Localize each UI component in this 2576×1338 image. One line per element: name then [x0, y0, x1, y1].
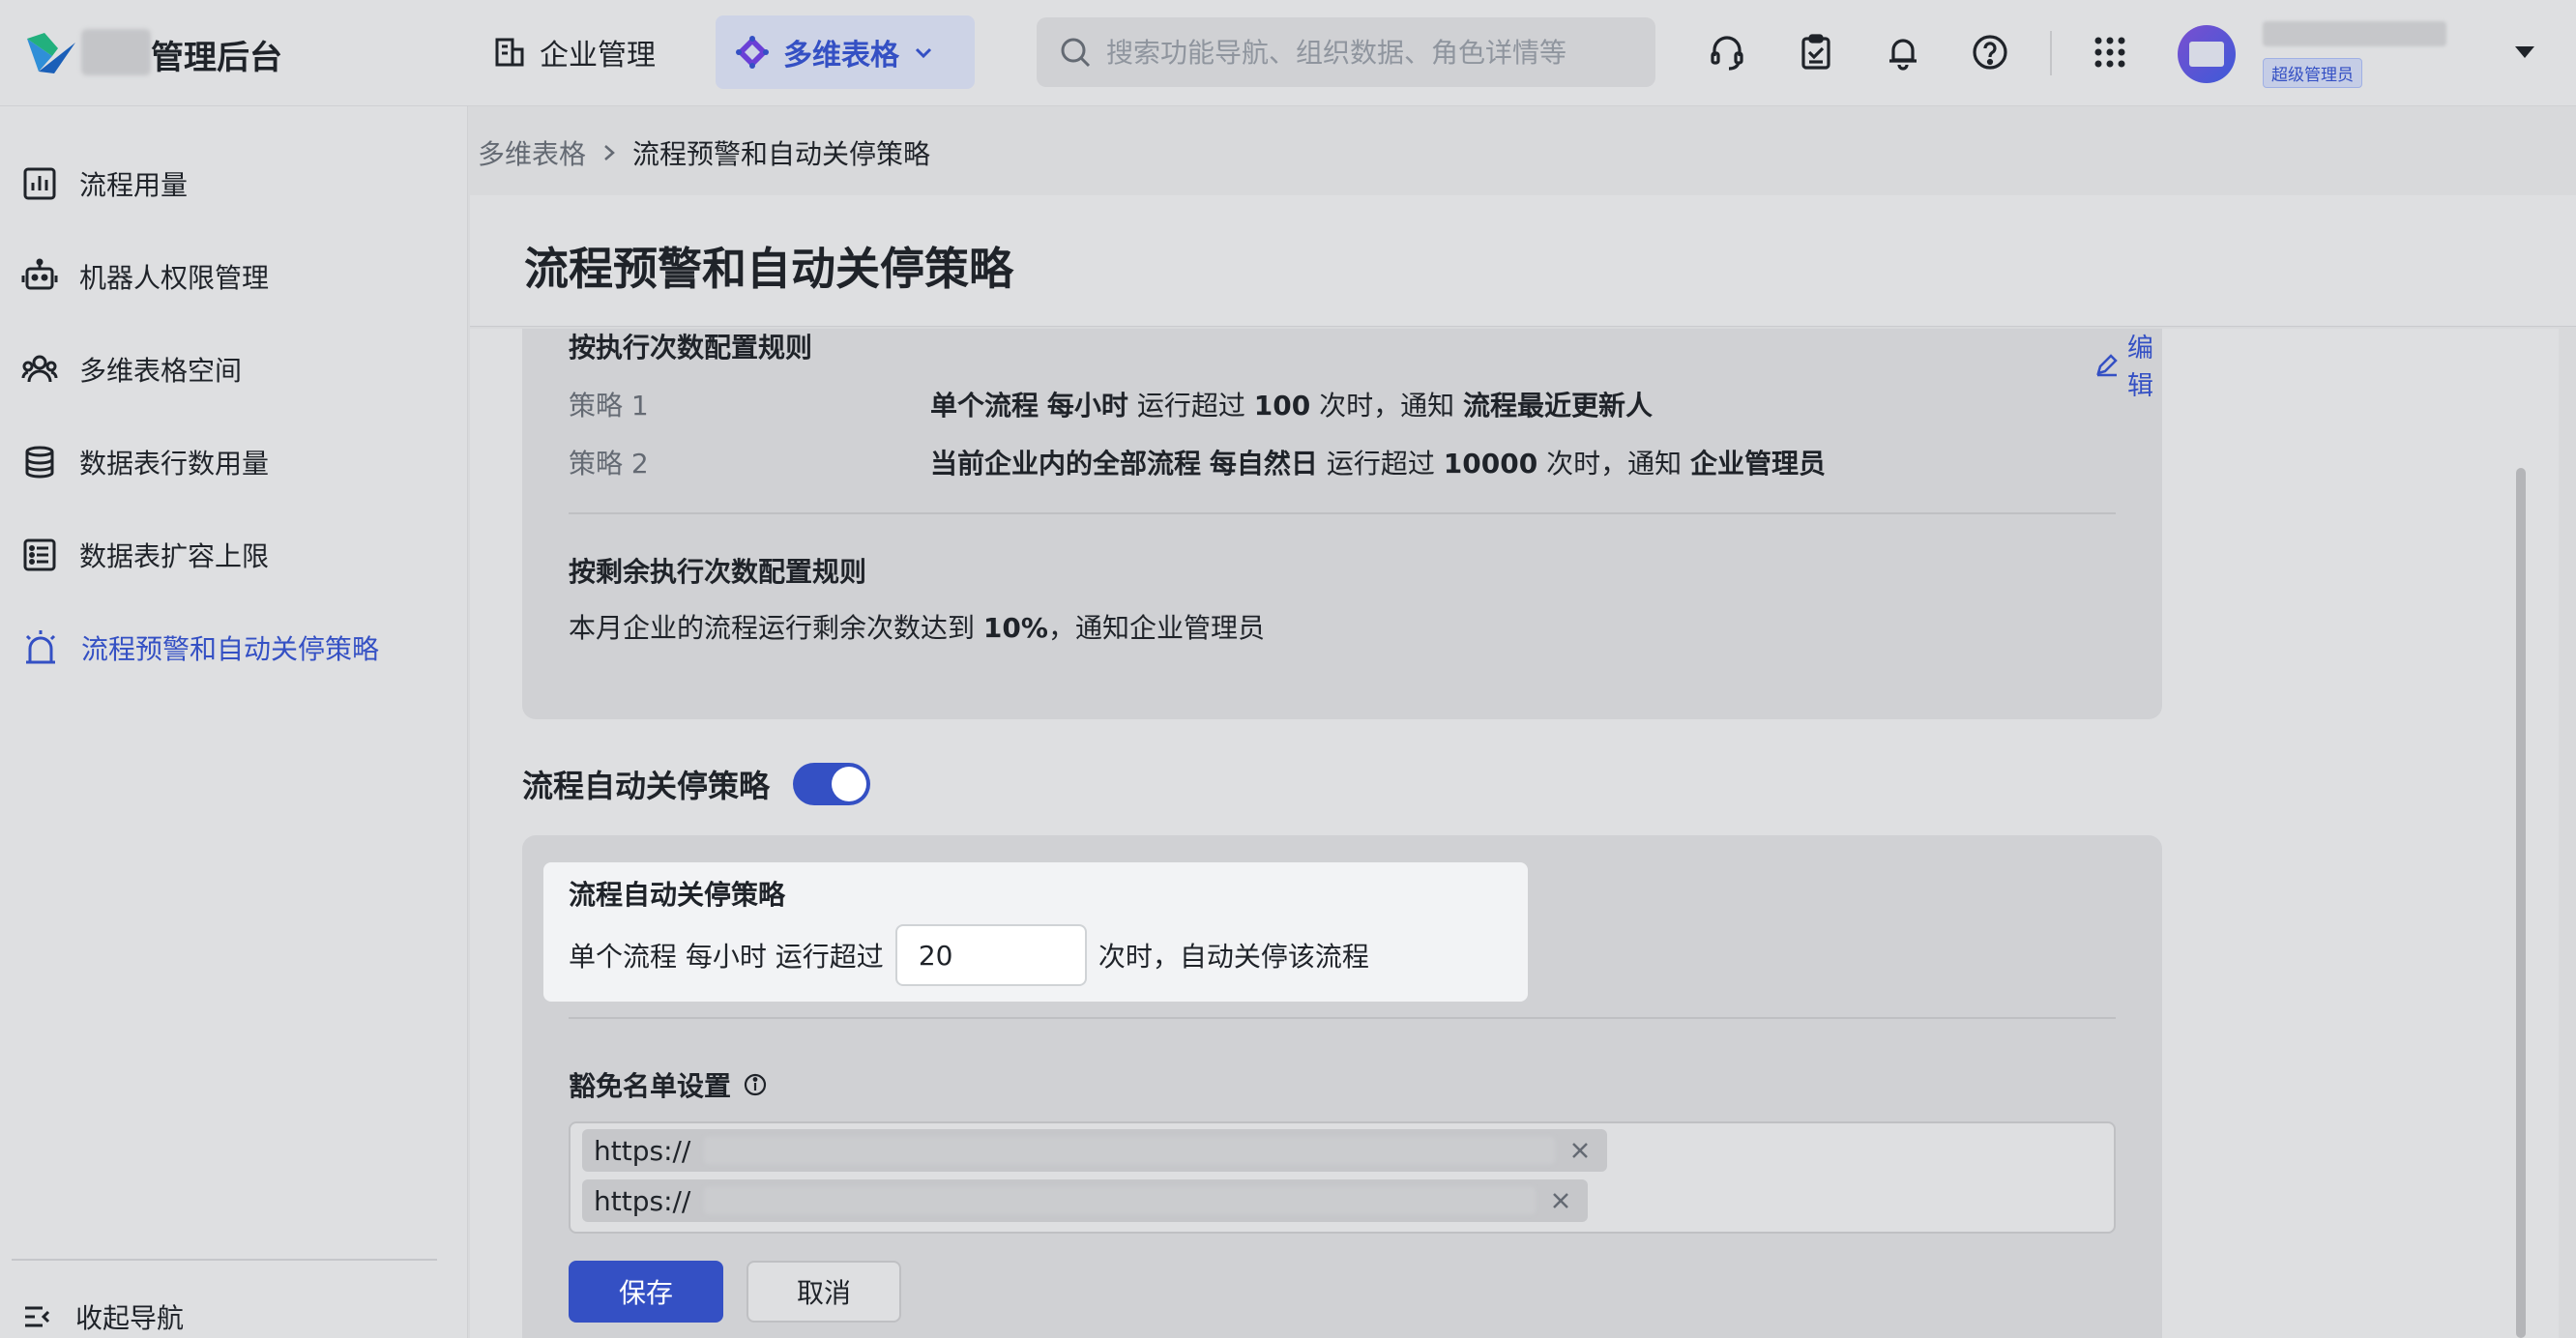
robot-icon	[21, 258, 58, 295]
sidebar-item-table-capacity-limit[interactable]: 数据表扩容上限	[21, 528, 269, 582]
sidebar-item-robot-permissions[interactable]: 机器人权限管理	[21, 249, 269, 304]
app-launcher-button[interactable]	[2087, 29, 2133, 75]
nav-enterprise-management[interactable]: 企业管理	[474, 15, 675, 89]
breadcrumb-current: 流程预警和自动关停策略	[632, 138, 931, 170]
auto-stop-section-title: 流程自动关停策略	[522, 768, 771, 804]
user-name-redacted	[2263, 21, 2446, 46]
notifications-button[interactable]	[1880, 29, 1926, 75]
content-scrollbar-thumb[interactable]	[2516, 468, 2526, 1338]
save-button[interactable]: 保存	[569, 1261, 723, 1323]
auto-stop-rule-row: 单个流程 每小时 运行超过 次时，自动关停该流程	[569, 924, 1369, 986]
sidebar-divider	[12, 1259, 437, 1261]
sidebar: 流程用量 机器人权限管理 多维表格空间 数据表行数用量 数据表扩容上限 流程预警…	[0, 106, 468, 1338]
sidebar-item-multidim-space[interactable]: 多维表格空间	[21, 342, 242, 396]
grid-dots-icon	[2091, 33, 2129, 72]
strategy-2-text: 当前企业内的全部流程 每自然日 运行超过 10000 次时，通知 企业管理员	[930, 448, 1827, 480]
sidebar-item-warning-auto-stop[interactable]: 流程预警和自动关停策略	[21, 621, 379, 675]
main-content: 按执行次数配置规则 编辑 策略 1 单个流程 每小时 运行超过 100 次时，通…	[470, 329, 2559, 1338]
close-icon[interactable]	[1549, 1189, 1572, 1212]
strategy-1-text: 单个流程 每小时 运行超过 100 次时，通知 流程最近更新人	[930, 390, 1654, 422]
app-logo-icon[interactable]	[25, 29, 77, 75]
collapse-nav-button[interactable]: 收起导航	[21, 1290, 184, 1338]
toolbar-divider	[2050, 31, 2052, 75]
toggle-knob	[832, 767, 867, 801]
close-icon[interactable]	[1568, 1139, 1592, 1162]
alarm-icon	[21, 628, 60, 667]
strategy-2-label: 策略 2	[569, 448, 649, 480]
tasks-button[interactable]	[1793, 29, 1839, 75]
exempt-list-title: 豁免名单设置	[569, 1065, 768, 1104]
exempt-url-text: https://	[594, 1184, 691, 1217]
sidebar-item-label: 流程预警和自动关停策略	[81, 633, 380, 665]
customer-service-button[interactable]	[1704, 29, 1750, 75]
collapse-nav-label: 收起导航	[75, 1302, 185, 1334]
help-circle-icon	[1971, 33, 2009, 72]
breadcrumb: 多维表格 流程预警和自动关停策略	[478, 133, 930, 172]
auto-stop-section-header: 流程自动关停策略	[522, 762, 871, 806]
auto-stop-toggle[interactable]	[793, 763, 871, 805]
headset-icon	[1708, 33, 1746, 72]
search-icon	[1058, 35, 1093, 70]
exempt-url-redacted	[704, 1137, 1555, 1164]
bell-icon	[1884, 33, 1922, 72]
chevron-right-icon	[600, 142, 619, 163]
exempt-url-input[interactable]: https:// https://	[569, 1121, 2116, 1234]
exempt-url-tag: https://	[582, 1179, 1588, 1222]
people-icon	[21, 351, 58, 388]
sidebar-item-label: 机器人权限管理	[79, 262, 270, 294]
user-avatar[interactable]	[2178, 25, 2236, 83]
execution-count-rules-title: 按执行次数配置规则	[569, 332, 813, 364]
auto-stop-suffix: 次时，自动关停该流程	[1098, 941, 1369, 973]
sidebar-item-process-usage[interactable]: 流程用量	[21, 157, 188, 211]
multidim-table-icon	[735, 35, 770, 70]
cancel-button[interactable]: 取消	[746, 1261, 901, 1323]
top-bar: 管理后台 企业管理 多维表格 搜索功能导航、组织数据、角色详情等 超级管理员	[0, 0, 2576, 106]
info-icon[interactable]	[743, 1072, 768, 1097]
account-menu-caret-icon[interactable]	[2512, 43, 2537, 62]
auto-stop-card: 流程自动关停策略 单个流程 每小时 运行超过 次时，自动关停该流程 豁免名单设置…	[522, 835, 2162, 1338]
breadcrumb-parent[interactable]: 多维表格	[478, 133, 586, 172]
pencil-icon	[2094, 352, 2120, 377]
exempt-url-redacted	[704, 1187, 1536, 1214]
global-search[interactable]	[1037, 17, 1655, 87]
edit-label: 编辑	[2127, 334, 2153, 401]
nav-multidim-table[interactable]: 多维表格	[716, 15, 975, 89]
avatar-image	[2189, 42, 2224, 67]
sidebar-item-label: 流程用量	[79, 169, 189, 201]
building-icon	[493, 36, 526, 69]
strategy-1-label: 策略 1	[569, 390, 649, 422]
sidebar-item-label: 数据表行数用量	[79, 448, 270, 480]
role-badge: 超级管理员	[2263, 58, 2362, 88]
edit-rules-link[interactable]: 编辑	[2094, 329, 2162, 402]
brand-name-redacted	[81, 29, 151, 75]
search-input[interactable]	[1106, 36, 1648, 69]
brand-title: 管理后台	[151, 39, 282, 77]
nav-enterprise-label: 企业管理	[540, 39, 656, 73]
rules-divider	[569, 512, 2116, 514]
chevron-down-icon	[913, 42, 934, 63]
exempt-url-tag: https://	[582, 1129, 1607, 1172]
help-button[interactable]	[1967, 29, 2013, 75]
remaining-rule-text: 本月企业的流程运行剩余次数达到 10%，通知企业管理员	[569, 612, 1265, 644]
bar-chart-icon	[21, 165, 58, 202]
auto-stop-divider	[569, 1017, 2116, 1019]
auto-stop-rule-title: 流程自动关停策略	[569, 879, 786, 911]
auto-stop-threshold-input[interactable]	[894, 924, 1087, 986]
sidebar-item-table-row-usage[interactable]: 数据表行数用量	[21, 435, 269, 489]
auto-stop-prefix: 单个流程 每小时 运行超过	[569, 941, 884, 973]
warning-rules-card: 按执行次数配置规则 编辑 策略 1 单个流程 每小时 运行超过 100 次时，通…	[522, 329, 2162, 719]
sidebar-item-label: 多维表格空间	[79, 355, 243, 387]
exempt-url-text: https://	[594, 1134, 691, 1167]
collapse-menu-icon	[21, 1300, 54, 1333]
auto-stop-rule-box: 流程自动关停策略 单个流程 每小时 运行超过 次时，自动关停该流程	[543, 862, 1528, 1002]
nav-multidim-label: 多维表格	[783, 39, 899, 73]
page-title: 流程预警和自动关停策略	[524, 243, 1013, 295]
page-header: 流程预警和自动关停策略	[470, 195, 2576, 327]
list-icon	[21, 537, 58, 573]
clipboard-check-icon	[1797, 33, 1835, 72]
sidebar-item-label: 数据表扩容上限	[79, 540, 270, 572]
remaining-count-rules-title: 按剩余执行次数配置规则	[569, 556, 867, 588]
exempt-list-label: 豁免名单设置	[569, 1070, 732, 1102]
database-icon	[21, 444, 58, 480]
